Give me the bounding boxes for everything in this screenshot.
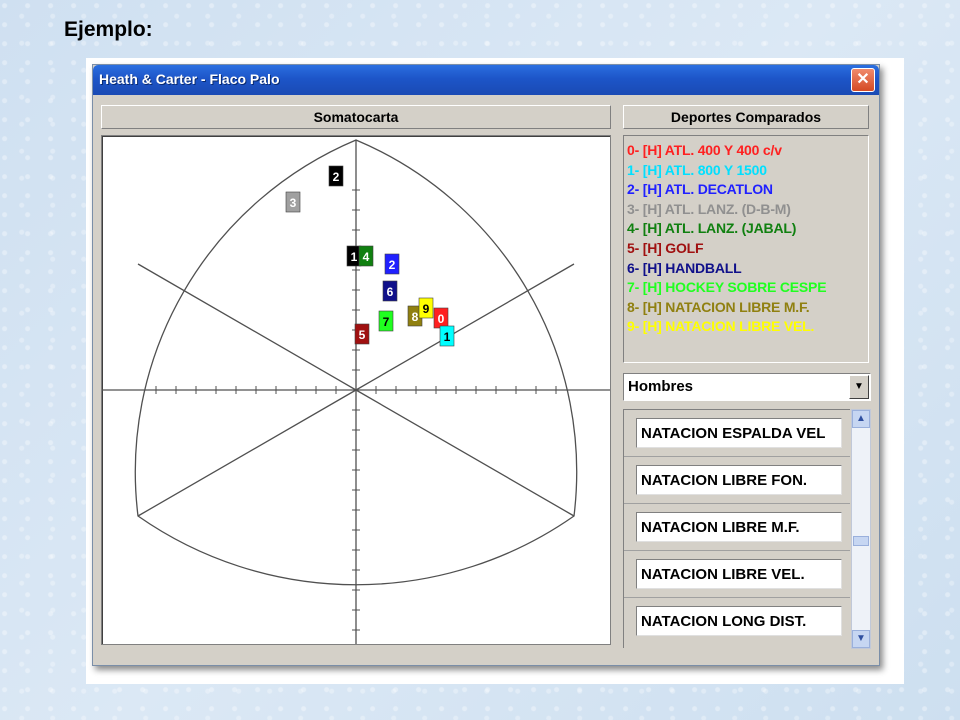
somatochart-svg: 0 1 1 2 2 3 4 5 6 7 89: [102, 139, 610, 644]
marker-label: 1: [351, 250, 358, 264]
sport-markers: 0 1 1 2 2 3 4 5 6 7 89: [285, 165, 455, 347]
sport-marker-7: 7: [378, 310, 394, 332]
compared-sport-item[interactable]: 4- [H] ATL. LANZ. (JABAL): [627, 220, 796, 236]
marker-label: 1: [444, 330, 451, 344]
compared-sport-item[interactable]: 9- [H] NATACION LIBRE VEL.: [627, 318, 814, 334]
sport-marker-4: 4: [358, 245, 374, 267]
marker-label: 8: [412, 310, 419, 324]
marker-label: 6: [387, 285, 394, 299]
sport-option[interactable]: NATACION ESPALDA VEL: [636, 418, 842, 448]
chevron-down-icon: ▼: [856, 633, 866, 644]
somatochart-header: Somatocarta: [101, 105, 611, 129]
sport-marker-2: 2: [328, 165, 344, 187]
marker-label: 2: [333, 170, 340, 184]
sport-option[interactable]: NATACION LONG DIST.: [636, 606, 842, 636]
compared-sport-item[interactable]: 6- [H] HANDBALL: [627, 260, 742, 276]
marker-label: 4: [363, 250, 370, 264]
gender-select-value: Hombres: [628, 378, 694, 395]
sport-option[interactable]: NATACION LIBRE FON.: [636, 465, 842, 495]
diagonal-axis-upper-left: [137, 263, 357, 391]
compared-sport-item[interactable]: 1- [H] ATL. 800 Y 1500: [627, 162, 767, 178]
compared-sport-item[interactable]: 3- [H] ATL. LANZ. (D-B-M): [627, 201, 791, 217]
compared-sport-item[interactable]: 2- [H] ATL. DECATLON: [627, 181, 773, 197]
sport-marker-5: 5: [354, 323, 370, 345]
sport-option[interactable]: NATACION LIBRE M.F.: [636, 512, 842, 542]
sport-marker-0: 0: [433, 307, 449, 329]
close-button[interactable]: ✕: [851, 68, 875, 92]
compared-sports-header: Deportes Comparados: [623, 105, 869, 129]
chevron-down-icon: ▼: [854, 381, 864, 392]
close-icon: ✕: [856, 71, 870, 88]
chevron-up-icon: ▲: [856, 413, 866, 424]
sport-option-row[interactable]: NATACION LONG DIST.: [624, 598, 850, 644]
diagonal-axis-lower-right: [355, 389, 575, 517]
scroll-thumb[interactable]: [853, 536, 869, 546]
sport-option-row[interactable]: NATACION LIBRE VEL.: [624, 551, 850, 598]
compared-sport-item[interactable]: 7- [H] HOCKEY SOBRE CESPE: [627, 279, 827, 295]
options-scrollbar[interactable]: ▲ ▼: [851, 409, 871, 649]
marker-label: 2: [389, 258, 396, 272]
page-heading: Ejemplo:: [64, 18, 153, 41]
sport-marker-6: 6: [382, 280, 398, 302]
sport-marker-3: 3: [285, 191, 301, 213]
scroll-down-button[interactable]: ▼: [852, 630, 870, 648]
title-bar[interactable]: Heath & Carter - Flaco Palo ✕: [93, 65, 879, 95]
sport-marker-2: 2: [384, 253, 400, 275]
marker-label: 7: [383, 315, 390, 329]
marker-label: 5: [359, 328, 366, 342]
sport-option-row[interactable]: NATACION LIBRE FON.: [624, 457, 850, 504]
sport-marker-1: 1: [439, 325, 455, 347]
dropdown-button[interactable]: ▼: [849, 375, 869, 399]
sport-options-panel: NATACION ESPALDA VEL NATACION LIBRE FON.…: [623, 409, 850, 648]
marker-label: 0: [438, 312, 445, 326]
app-window: Heath & Carter - Flaco Palo ✕ Somatocart…: [92, 64, 880, 666]
compared-sport-item[interactable]: 0- [H] ATL. 400 Y 400 c/v: [627, 142, 782, 158]
compared-sport-item[interactable]: 8- [H] NATACION LIBRE M.F.: [627, 299, 810, 315]
compared-sport-item[interactable]: 5- [H] GOLF: [627, 240, 704, 256]
sport-option-row[interactable]: NATACION ESPALDA VEL: [624, 410, 850, 457]
scroll-up-button[interactable]: ▲: [852, 410, 870, 428]
sport-option-row[interactable]: NATACION LIBRE M.F.: [624, 504, 850, 551]
sport-option[interactable]: NATACION LIBRE VEL.: [636, 559, 842, 589]
sport-marker-9: 9: [418, 297, 434, 319]
window-title: Heath & Carter - Flaco Palo: [99, 71, 280, 87]
marker-label: 9: [423, 302, 430, 316]
marker-label: 3: [290, 196, 297, 210]
compared-sports-list[interactable]: 0- [H] ATL. 400 Y 400 c/v 1- [H] ATL. 800…: [623, 135, 869, 363]
somatochart-area: 0 1 1 2 2 3 4 5 6 7 89: [101, 135, 611, 645]
gender-select[interactable]: Hombres ▼: [623, 373, 871, 401]
diagonal-axis-lower-left: [137, 389, 357, 517]
